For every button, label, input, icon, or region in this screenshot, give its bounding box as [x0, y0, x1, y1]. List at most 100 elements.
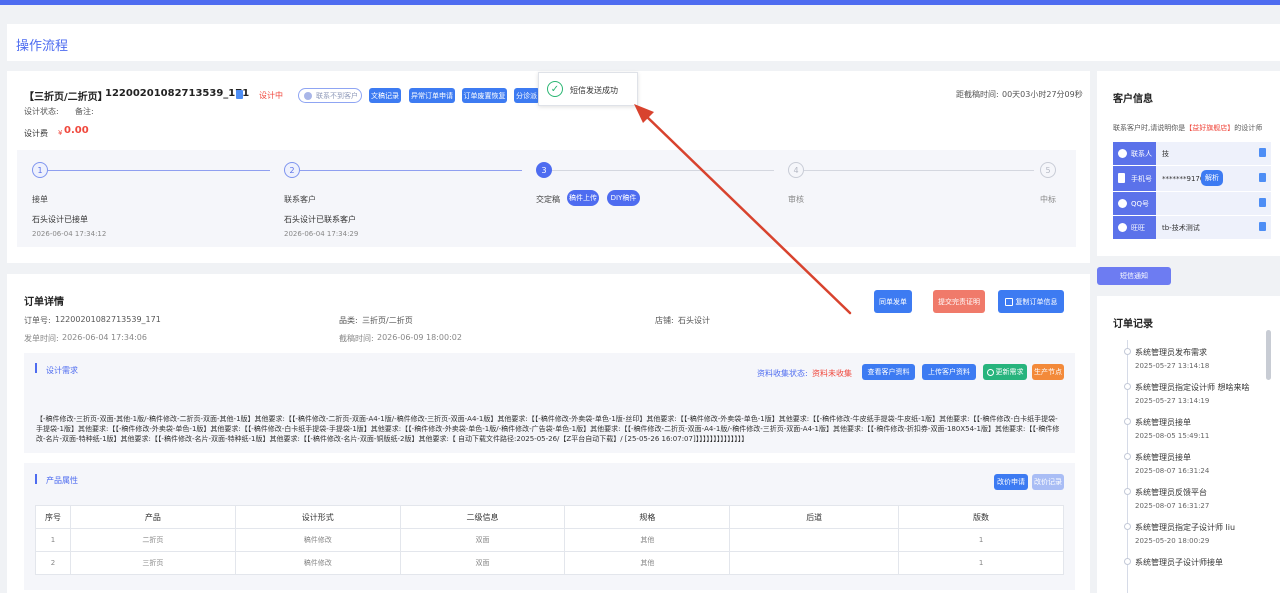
step-connector	[300, 170, 522, 171]
table-row: 1 二折页 稿件修改 双面 其他 1	[35, 528, 1064, 552]
copy-doc-icon[interactable]	[1259, 222, 1266, 231]
copy-doc-icon[interactable]	[1259, 173, 1266, 182]
deadline-countdown: 00天03小时27分09秒	[1002, 90, 1083, 99]
customer-row-qq: QQ号	[1113, 192, 1271, 215]
order-no: 12200201082713539_171	[55, 315, 161, 324]
cell-secondary-info: 双面	[399, 551, 566, 575]
cell-versions: 1	[898, 551, 1064, 575]
send-time-label: 发单时间:	[24, 334, 59, 343]
section-accent-bar	[35, 363, 37, 373]
split-button[interactable]: 分诊派	[514, 88, 540, 103]
design-req-title: 设计需求	[46, 366, 78, 375]
copy-doc-icon[interactable]	[1259, 198, 1266, 207]
tip-prefix: 联系客户时,请说明你是	[1113, 124, 1186, 132]
record-title: 系统管理员发布需求	[1135, 348, 1207, 357]
customer-row-wangwang: 旺旺 tb-技术测试	[1113, 216, 1271, 239]
contact-label: 联系人	[1131, 149, 1152, 158]
cell-spec: 其他	[564, 551, 731, 575]
tip-suffix: 的设计师	[1234, 124, 1263, 132]
copy-doc-icon[interactable]	[1259, 148, 1266, 157]
phone-icon	[1118, 173, 1125, 183]
contact-unreachable-label: 联系不到客户	[316, 91, 358, 100]
order-type-label: 【三折页/二折页】	[24, 92, 108, 103]
step-3-name: 交定稿	[536, 195, 560, 204]
cell-index: 2	[35, 551, 71, 575]
sms-notify-button[interactable]: 短信通知	[1097, 267, 1171, 285]
step-1-name: 接单	[32, 195, 48, 204]
step-3-circle: 3	[536, 162, 552, 178]
collect-status-label: 资料收集状态:	[757, 369, 808, 378]
col-header-design-form: 设计形式	[234, 505, 401, 529]
timeline-line	[1127, 340, 1128, 593]
order-records-card	[1097, 296, 1280, 593]
step-2-name: 联系客户	[284, 195, 316, 204]
shop-label: 店铺:	[655, 316, 674, 325]
customer-info-title: 客户信息	[1113, 94, 1153, 105]
col-header-versions: 版数	[898, 505, 1064, 529]
submit-proof-button[interactable]: 提交完责证明	[933, 290, 985, 313]
cell-product: 三折页	[69, 551, 236, 575]
contact-unreachable-button[interactable]: 联系不到客户	[298, 88, 362, 103]
col-header-post-process: 后道	[729, 505, 900, 529]
col-header-spec: 规格	[564, 505, 731, 529]
qq-label-cell: QQ号	[1113, 192, 1156, 215]
user-icon	[1118, 149, 1127, 158]
phone-value: *******9170	[1162, 175, 1205, 183]
timeline-dot	[1124, 383, 1131, 390]
deadline-label: 距截稿时间:	[956, 90, 999, 99]
cell-spec: 其他	[564, 528, 731, 552]
phone-label: 手机号	[1131, 174, 1152, 183]
table-header-row: 序号 产品 设计形式 二级信息 规格 后道 版数	[35, 505, 1064, 529]
parse-phone-button[interactable]: 解析	[1201, 170, 1223, 186]
cell-design-form: 稿件修改	[234, 528, 401, 552]
record-time: 2025-05-27 13:14:19	[1135, 397, 1210, 405]
record-time: 2025-05-27 13:14:18	[1135, 362, 1210, 370]
design-status-label: 设计状态:	[24, 107, 59, 116]
product-attr-title: 产品属性	[46, 476, 78, 485]
price-change-record-button[interactable]: 改价记录	[1032, 474, 1064, 490]
qq-icon	[1118, 199, 1127, 208]
copy-icon	[1004, 297, 1013, 306]
phone-label-cell: 手机号	[1113, 166, 1156, 191]
tip-shop: 【益好旗舰店】	[1185, 124, 1235, 132]
step-2-circle: 2	[284, 162, 300, 178]
timeline-dot	[1124, 348, 1131, 355]
send-time: 2026-06-04 17:34:06	[62, 333, 147, 342]
order-restore-button[interactable]: 订单废置恢复	[462, 88, 507, 103]
col-header-product: 产品	[69, 505, 236, 529]
step-4-circle: 4	[788, 162, 804, 178]
order-no-label: 订单号:	[24, 316, 51, 325]
cell-post-process	[729, 551, 900, 575]
upload-customer-data-button[interactable]: 上传客户资料	[922, 364, 976, 380]
copy-order-info-label: 复制订单信息	[1015, 297, 1058, 306]
cell-index: 1	[35, 528, 71, 552]
design-requirement-text: 【-稿件修改-三折页-双面-其他-1版/-稿件修改-二折页-双面-其他-1版】其…	[36, 415, 1060, 443]
page-title: 操作流程	[16, 39, 69, 54]
diy-manuscript-button[interactable]: DIY稿件	[607, 190, 640, 206]
remark-label: 备注:	[75, 107, 94, 116]
record-title: 系统管理员接单	[1135, 453, 1191, 462]
order-records-title: 订单记录	[1113, 319, 1153, 330]
sms-success-toast: ✓ 短信发送成功	[538, 72, 638, 106]
records-scrollbar[interactable]	[1266, 330, 1271, 380]
customer-contact-tip: 联系客户时,请说明你是【益好旗舰店】的设计师	[1113, 123, 1262, 133]
copy-order-info-button[interactable]: 复制订单信息	[998, 290, 1064, 313]
order-detail-title: 订单详情	[24, 297, 64, 308]
abnormal-order-button[interactable]: 异常订单申请	[409, 88, 455, 103]
top-accent-bar	[0, 0, 1280, 5]
resend-order-button[interactable]: 同单发单	[874, 290, 912, 313]
category-value: 三折页/二折页	[362, 316, 413, 325]
deadline-time: 2026-06-09 18:00:02	[377, 333, 462, 342]
view-customer-data-button[interactable]: 查看客户资料	[862, 364, 915, 380]
manuscript-upload-button[interactable]: 稿件上传	[567, 190, 599, 206]
wangwang-label: 旺旺	[1131, 223, 1145, 232]
cell-versions: 1	[898, 528, 1064, 552]
record-title: 系统管理员指定子设计师 liu	[1135, 523, 1236, 532]
production-node-button[interactable]: 生产节点	[1032, 364, 1064, 380]
copy-doc-icon[interactable]	[236, 90, 243, 99]
wangwang-value: tb-技术测试	[1162, 224, 1200, 232]
price-change-request-button[interactable]: 改价申请	[994, 474, 1028, 490]
update-requirement-button[interactable]: 更新需求	[983, 364, 1027, 380]
cell-secondary-info: 双面	[399, 528, 566, 552]
manuscript-record-button[interactable]: 文稿记录	[369, 88, 401, 103]
